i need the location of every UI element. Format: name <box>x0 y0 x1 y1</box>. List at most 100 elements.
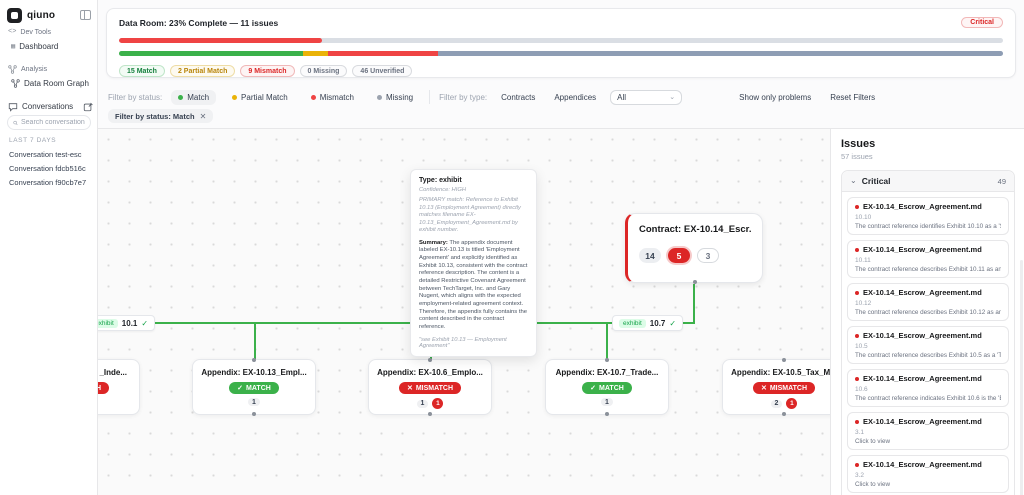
check-icon: ✓ <box>141 318 149 328</box>
check-icon: ✓ <box>669 318 677 328</box>
red-dot-icon <box>855 462 859 467</box>
app-window: qiuno <> Dev Tools ▦ Dashboard Analysis … <box>0 0 1024 495</box>
edge-tooltip: Type: exhibit Confidence: HIGH PRIMARY m… <box>410 169 537 357</box>
conversation-item[interactable]: Conversation f90cb7e7 <box>9 176 94 188</box>
appendix-node-partial[interactable]: _Inde... ✕MISMATCH <box>98 359 140 415</box>
divider <box>429 90 431 104</box>
data-room-progress-title: Data Room: 23% Complete — 11 issues <box>119 17 279 28</box>
sidebar-item-conversations[interactable]: Conversations <box>8 100 93 113</box>
mismatch-pill: ✕MISMATCH <box>752 382 816 394</box>
filter-type-appendices[interactable]: Appendices <box>549 90 601 105</box>
green-dot-icon <box>178 94 184 100</box>
edge-label-exhibit-10-7[interactable]: exhibit 10.7 ✓ <box>612 315 684 331</box>
appendix-node-ex-10-7[interactable]: Appendix: EX-10.7_Trade... ✓ MATCH 1 <box>545 358 669 416</box>
node-handle <box>693 280 697 284</box>
tooltip-summary: Summary: The appendix document labeled E… <box>419 239 528 331</box>
search-input[interactable] <box>21 119 85 126</box>
node-handle <box>782 358 786 362</box>
reset-filters-button[interactable]: Reset Filters <box>825 90 880 105</box>
sidebar-item-data-room-graph[interactable]: Data Room Graph <box>8 77 93 90</box>
mismatch-pill: ✕MISMATCH <box>398 382 462 394</box>
graph-icon <box>11 79 20 88</box>
contract-unverified-badge: 3 <box>697 248 719 263</box>
issues-count: 57 issues <box>841 152 873 161</box>
contract-node-title: Contract: EX-10.14_Escr... <box>639 224 752 235</box>
filter-type-label: Filter by type: <box>439 92 488 102</box>
critical-group-header[interactable]: ⌄ Critical 49 <box>842 171 1014 192</box>
contract-total-badge: 14 <box>639 248 661 263</box>
mismatch-count-badge: 9 Mismatch <box>240 65 295 77</box>
issue-card[interactable]: EX-10.14_Escrow_Agreement.md 10.11 The c… <box>847 240 1009 278</box>
active-filter-chip[interactable]: Filter by status: Match ✕ <box>108 109 214 123</box>
red-dot-icon <box>855 376 859 381</box>
filter-status-partial-match[interactable]: Partial Match <box>225 90 295 105</box>
issue-card[interactable]: EX-10.14_Escrow_Agreement.md 10.10 The c… <box>847 197 1009 235</box>
red-dot-icon <box>855 290 859 295</box>
filter-status-missing[interactable]: Missing <box>370 90 420 105</box>
tooltip-type: Type: exhibit <box>419 177 462 184</box>
issues-panel: Issues 57 issues ⌄ Critical 49 EX-10.14_… <box>830 128 1024 495</box>
history-label: LAST 7 DAYS <box>9 137 57 144</box>
filter-type-contracts[interactable]: Contracts <box>496 90 540 105</box>
tooltip-quote: "see Exhibit 10.13 — Employment Agreemen… <box>419 336 507 349</box>
red-dot-icon <box>310 94 316 100</box>
appendix-node-ex-10-5[interactable]: Appendix: EX-10.5_Tax_M... ✕ MISMATCH 2 1 <box>722 358 830 416</box>
appendix-node-ex-10-6[interactable]: Appendix: EX-10.6_Emplo... ✕ MISMATCH 1 1 <box>368 358 492 416</box>
red-dot-icon <box>855 333 859 338</box>
filter-status-mismatch[interactable]: Mismatch <box>304 90 361 105</box>
graph-edge <box>254 322 256 360</box>
match-count-badge: 15 Match <box>119 65 165 77</box>
logo-row: qiuno <box>7 6 91 24</box>
graph-icon <box>8 64 17 74</box>
conversation-search[interactable] <box>7 115 91 130</box>
status-progress-bar <box>119 51 1003 56</box>
data-room-summary-card: Data Room: 23% Complete — 11 issues Crit… <box>106 8 1016 78</box>
gray-dot-icon <box>376 94 382 100</box>
show-only-problems-button[interactable]: Show only problems <box>734 90 816 105</box>
issue-card[interactable]: EX-10.14_Escrow_Agreement.md 10.12 The c… <box>847 283 1009 321</box>
tooltip-confidence: Confidence: HIGH <box>419 187 467 193</box>
issue-card[interactable]: EX-10.14_Escrow_Agreement.md 3.1 Click t… <box>847 412 1009 450</box>
contract-node[interactable]: Contract: EX-10.14_Escr... 14 5 3 <box>625 213 763 284</box>
conversation-item[interactable]: Conversation fdcb516c <box>9 162 94 174</box>
sidebar-collapse-icon[interactable] <box>80 10 91 20</box>
type-select[interactable]: All ⌄ <box>610 89 683 105</box>
link-count: 1 <box>601 398 613 406</box>
compose-icon[interactable] <box>83 102 93 112</box>
link-count: 1 <box>248 398 260 406</box>
scrollbar[interactable] <box>1020 260 1023 495</box>
sidebar: qiuno <> Dev Tools ▦ Dashboard Analysis … <box>0 0 98 495</box>
chat-icon <box>8 102 18 112</box>
graph-edge <box>98 322 694 324</box>
issues-title: Issues <box>841 138 876 150</box>
sidebar-section-analysis[interactable]: Analysis <box>8 63 93 75</box>
issue-card[interactable]: EX-10.14_Escrow_Agreement.md 3.2 Click t… <box>847 455 1009 493</box>
search-icon <box>13 120 18 125</box>
link-count: 2 <box>770 399 783 408</box>
node-handle <box>428 358 432 362</box>
unverified-count-badge: 46 Unverified <box>352 65 413 77</box>
edge-label-exhibit-10-1[interactable]: exhibit 10.1 ✓ <box>98 315 156 331</box>
mismatch-pill: ✕MISMATCH <box>98 382 110 394</box>
filter-status-match[interactable]: Match <box>171 89 217 105</box>
sidebar-section-dev-tools[interactable]: <> Dev Tools <box>8 26 93 38</box>
close-icon[interactable]: ✕ <box>200 112 207 121</box>
graph-edge <box>693 284 695 324</box>
sidebar-item-dashboard[interactable]: ▦ Dashboard <box>8 40 93 53</box>
app-logo-icon <box>7 7 22 23</box>
issue-card[interactable]: EX-10.14_Escrow_Agreement.md 10.5 The co… <box>847 326 1009 364</box>
issue-count-badge: 1 <box>786 398 798 409</box>
issue-card[interactable]: EX-10.14_Escrow_Agreement.md 10.6 The co… <box>847 369 1009 407</box>
contract-mismatch-badge: 5 <box>668 248 690 263</box>
node-handle <box>605 358 609 362</box>
appendix-node-ex-10-13[interactable]: Appendix: EX-10.13_Empl... ✓ MATCH 1 <box>192 358 316 416</box>
dashboard-icon: ▦ <box>11 43 16 51</box>
node-handle <box>605 412 609 416</box>
match-pill: ✓ MATCH <box>582 382 632 394</box>
critical-status-badge: Critical <box>961 17 1003 28</box>
critical-group-count: 49 <box>997 176 1006 186</box>
conversation-item[interactable]: Conversation test-esc <box>9 148 94 160</box>
critical-issues-group: ⌄ Critical 49 EX-10.14_Escrow_Agreement.… <box>841 170 1015 495</box>
graph-canvas[interactable]: exhibit 10.1 ✓ exhibit 10.13 ✓ exhibit 1… <box>98 128 830 495</box>
app-logo-text: qiuno <box>27 9 56 21</box>
